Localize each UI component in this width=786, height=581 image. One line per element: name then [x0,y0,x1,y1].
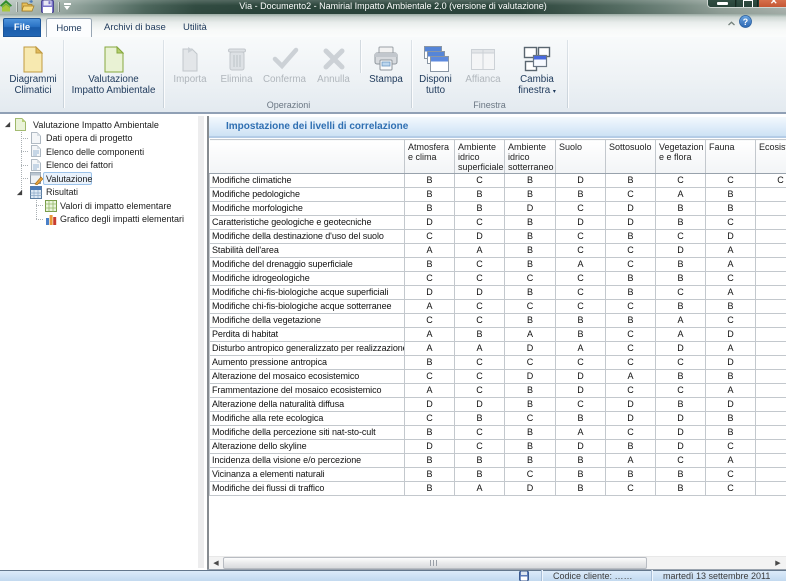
svg-text:?: ? [743,17,748,27]
